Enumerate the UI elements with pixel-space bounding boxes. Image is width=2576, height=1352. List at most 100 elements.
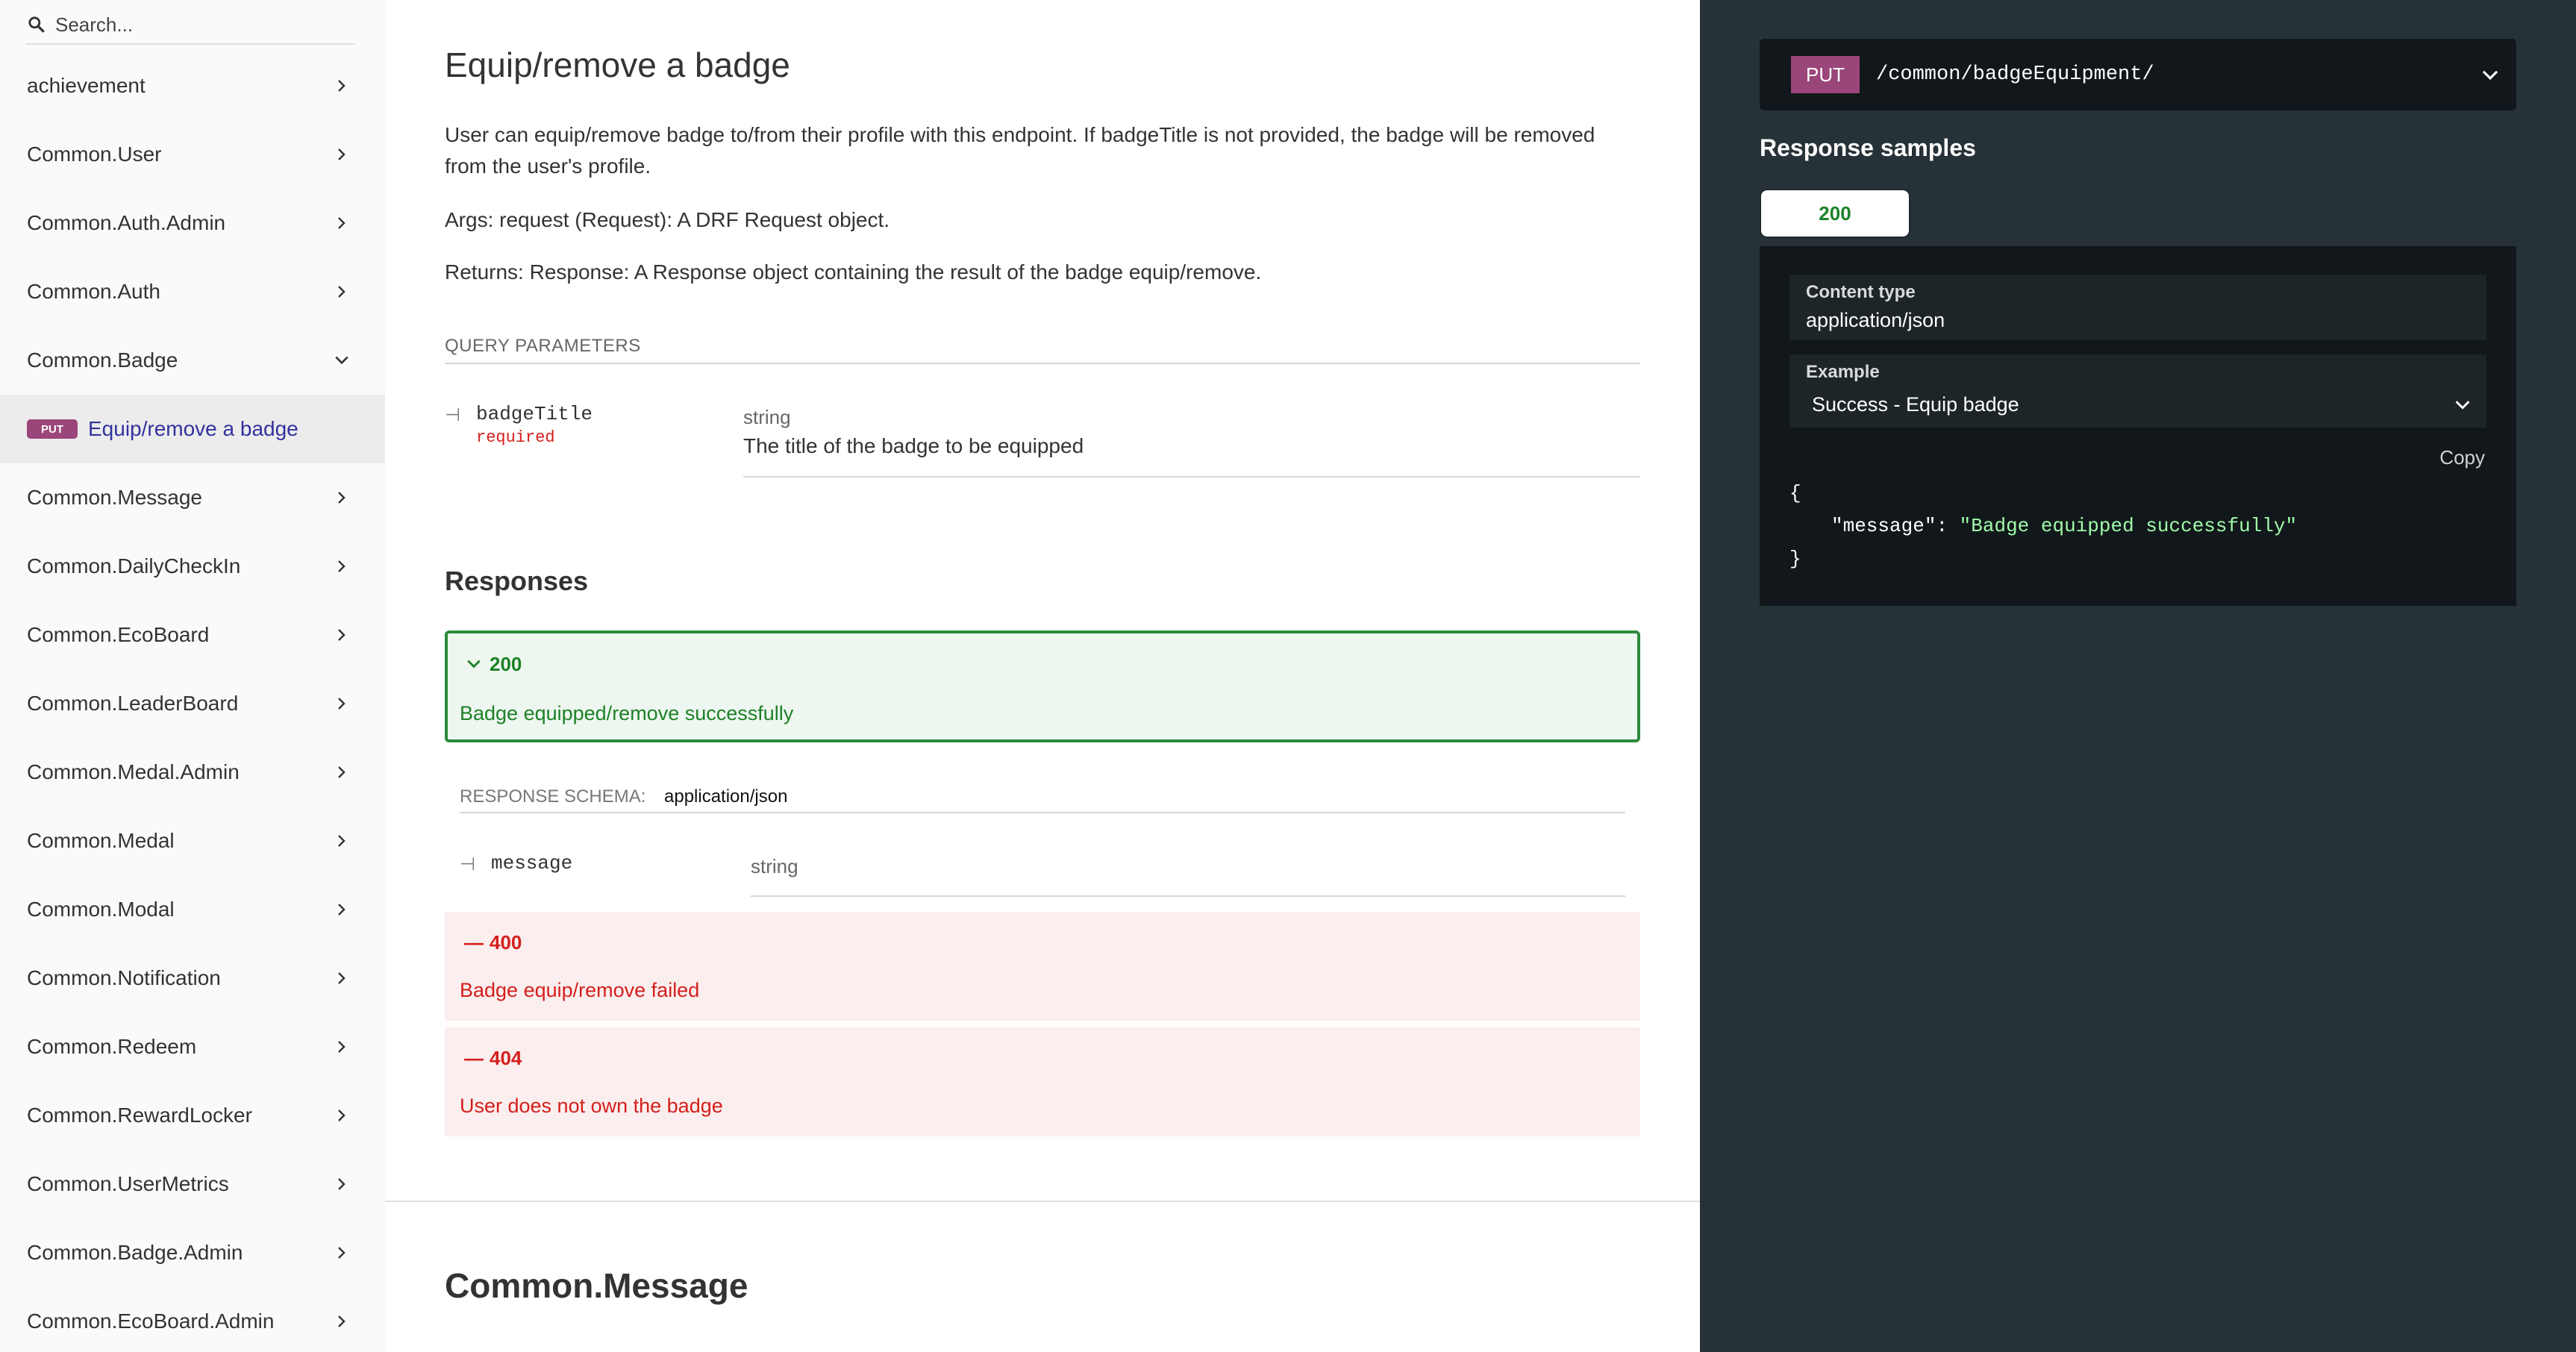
sidebar-item-label: Common.EcoBoard [27,623,210,646]
sidebar-item-common-medal[interactable]: Common.Medal [0,807,385,875]
main-content: Equip/remove a badge User can equip/remo… [385,0,1700,1352]
divider [445,363,1640,364]
sidebar-item-common-badge-admin[interactable]: Common.Badge.Admin [0,1218,385,1287]
chevron-right-icon [333,969,351,987]
sidebar-item-common-dailycheckin[interactable]: Common.DailyCheckIn [0,532,385,601]
param-type: string [743,406,791,428]
endpoint-bar[interactable]: PUT /common/badgeEquipment/ [1760,39,2516,110]
sidebar-item-label: Common.Medal [27,829,175,852]
content-type-box: Content type application/json [1789,275,2486,340]
method-badge: PUT [1791,56,1860,93]
sidebar-item-achievement[interactable]: achievement [0,51,385,120]
search-input[interactable] [55,13,339,37]
query-parameters-label: QUERY PARAMETERS [445,336,641,356]
sidebar-item-common-leaderboard[interactable]: Common.LeaderBoard [0,669,385,738]
sidebar-nav: achievement Common.User Common.Auth.Admi… [0,51,385,1352]
response-schema-value[interactable]: application/json [664,786,787,807]
tree-connector-icon: ⊣ [445,405,460,425]
responses-title: Responses [445,566,589,596]
chevron-right-icon [333,1107,351,1124]
schema-field-type: string [751,855,798,877]
sidebar-item-label: Common.LeaderBoard [27,692,239,715]
chevron-right-icon [333,901,351,918]
sidebar-item-common-auth-admin[interactable]: Common.Auth.Admin [0,189,385,257]
response-200[interactable]: 200 Badge equipped/remove successfully [445,630,1640,742]
code-key: "message" [1831,515,1936,537]
chevron-right-icon [333,214,351,232]
page-title: Equip/remove a badge [445,46,790,84]
sidebar-item-label: Common.Badge [27,348,178,372]
sidebar-item-label: Common.Medal.Admin [27,760,240,783]
right-panel: PUT /common/badgeEquipment/ Response sam… [1700,0,2576,1352]
copy-button[interactable]: Copy [2439,446,2485,469]
sidebar-item-label: achievement [27,74,146,97]
response-code: 404 [490,1047,522,1069]
sidebar-item-common-ecoboard-admin[interactable]: Common.EcoBoard.Admin [0,1287,385,1352]
chevron-right-icon [333,832,351,850]
schema-field-name: message [491,852,573,874]
sidebar-item-common-message[interactable]: Common.Message [0,463,385,532]
response-400[interactable]: — 400 Badge equip/remove failed [445,912,1640,1021]
sidebar-item-common-medal-admin[interactable]: Common.Medal.Admin [0,738,385,807]
sidebar-item-label: Common.Notification [27,966,221,989]
response-404[interactable]: — 404 User does not own the badge [445,1027,1640,1136]
response-sample: Content type application/json Example Su… [1760,246,2516,606]
operation-returns: Returns: Response: A Response object con… [445,260,1262,284]
code-brace-open: { [1789,482,1801,504]
sidebar-item-label: Common.DailyCheckIn [27,554,241,578]
response-code-prefix: — [464,931,484,954]
chevron-right-icon [333,283,351,301]
chevron-right-icon [333,1244,351,1262]
divider [743,476,1640,478]
response-description: Badge equip/remove failed [460,979,700,1001]
operation-description: User can equip/remove badge to/from thei… [445,123,1595,178]
sidebar-item-common-auth[interactable]: Common.Auth [0,257,385,326]
operation-args: Args: request (Request): A DRF Request o… [445,208,890,231]
chevron-right-icon [333,626,351,644]
divider [751,895,1625,897]
param-description: The title of the badge to be equipped [743,434,1084,457]
example-select[interactable]: Example Success - Equip badge [1789,354,2486,428]
sidebar-item-common-badge[interactable]: Common.Badge [0,326,385,395]
response-code-prefix: — [464,1047,484,1069]
param-required: required [476,428,555,447]
sidebar-item-common-notification[interactable]: Common.Notification [0,944,385,1013]
chevron-right-icon [333,489,351,507]
method-badge: PUT [27,419,78,439]
chevron-down-icon [2480,66,2500,85]
sidebar-item-common-ecoboard[interactable]: Common.EcoBoard [0,601,385,669]
sidebar-item-label: Common.User [27,143,162,166]
chevron-right-icon [333,763,351,781]
response-samples-title: Response samples [1760,134,1976,161]
content-type-value: application/json [1806,309,1945,331]
sidebar-item-common-rewardlocker[interactable]: Common.RewardLocker [0,1081,385,1150]
code-string: "Badge equipped successfully" [1959,515,2298,537]
sidebar-item-label: Common.RewardLocker [27,1104,252,1127]
section-title: Common.Message [445,1266,748,1305]
chevron-right-icon [333,1175,351,1193]
sidebar-item-label: Equip/remove a badge [88,417,298,440]
response-description: Badge equipped/remove successfully [460,702,794,724]
sidebar-item-label: Common.Auth [27,280,160,303]
chevron-down-icon [466,656,482,676]
chevron-down-icon [333,351,351,369]
chevron-right-icon [333,1312,351,1330]
sidebar-item-equip-remove-badge[interactable]: PUT Equip/remove a badge [0,395,385,463]
response-description: User does not own the badge [460,1095,723,1117]
code-line: "message": "Badge equipped successfully" [1831,515,2297,537]
sidebar-item-common-modal[interactable]: Common.Modal [0,875,385,944]
chevron-down-icon [2454,396,2472,414]
content-type-label: Content type [1806,282,1916,302]
sidebar-item-common-user[interactable]: Common.User [0,120,385,189]
sidebar-item-label: Common.EcoBoard.Admin [27,1309,275,1333]
chevron-right-icon [333,557,351,575]
sidebar-item-common-redeem[interactable]: Common.Redeem [0,1013,385,1081]
sidebar-item-label: Common.UserMetrics [27,1172,229,1195]
section-divider [385,1201,1700,1202]
chevron-right-icon [333,695,351,713]
chevron-right-icon [333,1038,351,1056]
chevron-right-icon [333,145,351,163]
tab-200[interactable]: 200 [1760,189,1910,238]
sidebar-item-common-usermetrics[interactable]: Common.UserMetrics [0,1150,385,1218]
code-brace-close: } [1789,548,1801,570]
